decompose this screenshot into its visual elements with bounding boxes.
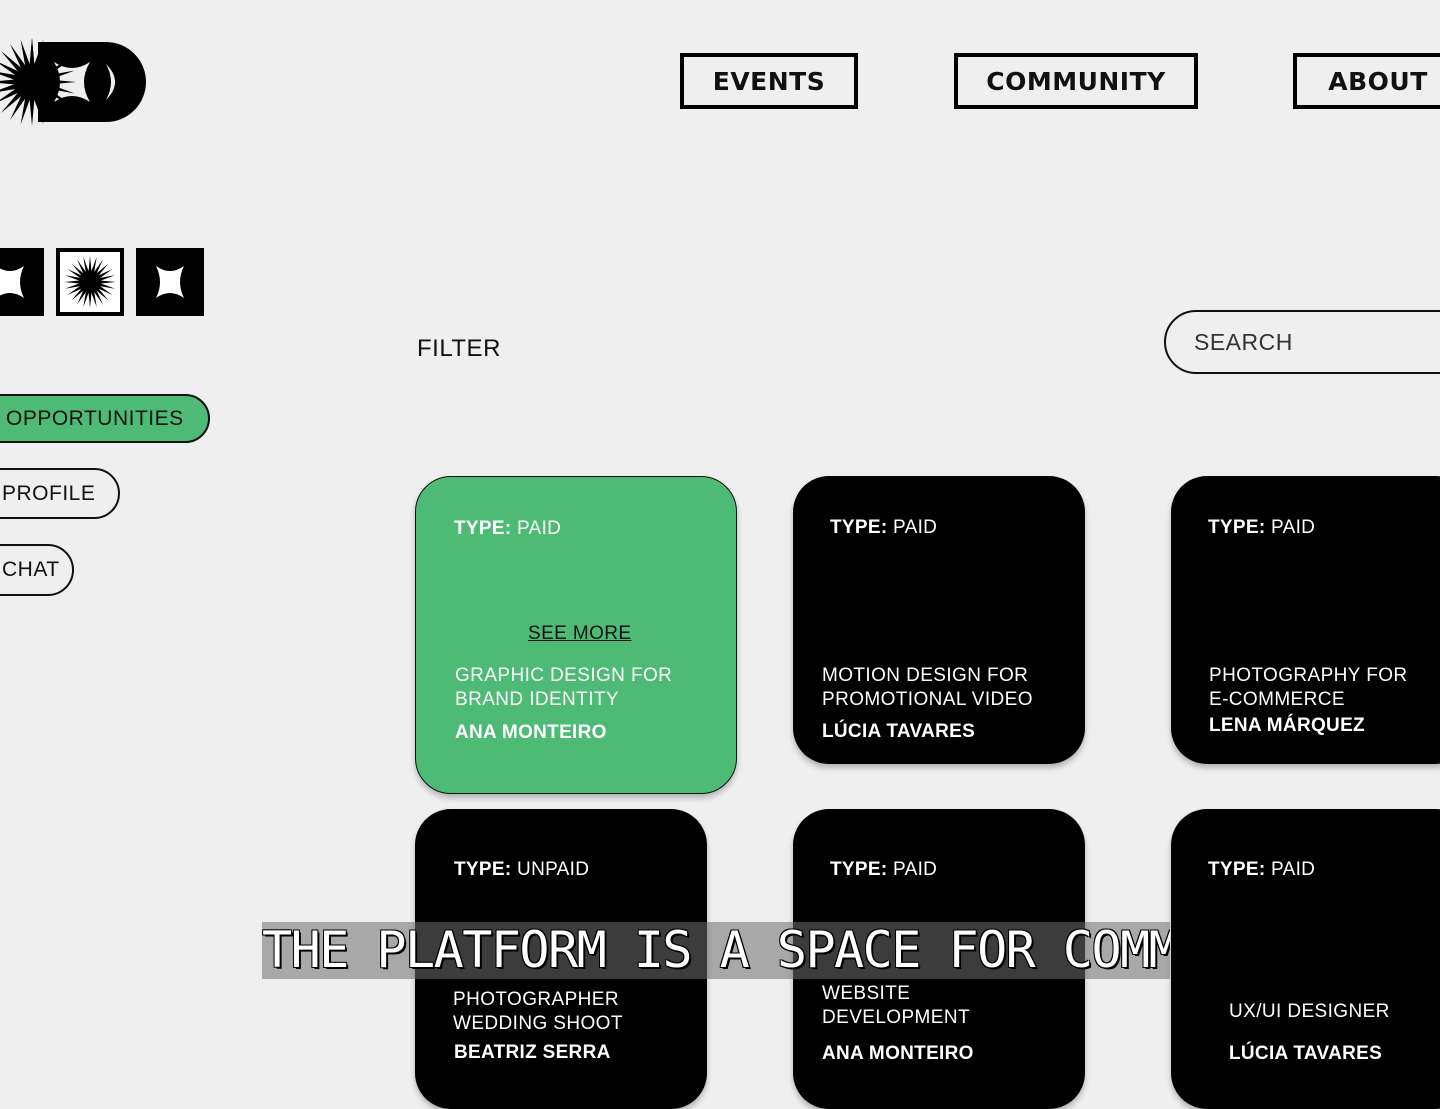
- opportunity-card[interactable]: TYPE: PAID UX/UI DESIGNER LÚCIA TAVARES: [1171, 809, 1440, 1109]
- card-title: UX/UI DESIGNER: [1229, 1001, 1390, 1022]
- card-type: TYPE: PAID: [1208, 517, 1316, 538]
- card-author: LÚCIA TAVARES: [822, 721, 976, 742]
- card-title: MOTION DESIGN FOR PROMOTIONAL VIDEO: [822, 665, 1033, 710]
- card-author: ANA MONTEIRO: [455, 722, 607, 743]
- card-type: TYPE: PAID: [830, 859, 938, 880]
- search-input[interactable]: [1192, 327, 1436, 357]
- sidebar-item-opportunities[interactable]: OPPORTUNITIES: [0, 394, 210, 443]
- subtitle-caption: THE PLATFORM IS A SPACE FOR COMMUNITY,: [262, 922, 1170, 979]
- opportunity-card[interactable]: TYPE: PAID MOTION DESIGN FOR PROMOTIONAL…: [793, 476, 1085, 764]
- card-author: ANA MONTEIRO: [822, 1043, 974, 1064]
- filter-button[interactable]: FILTER: [417, 335, 501, 363]
- card-type: TYPE: PAID: [1208, 859, 1316, 880]
- card-author: LÚCIA TAVARES: [1229, 1043, 1383, 1064]
- card-author: LENA MÁRQUEZ: [1209, 715, 1365, 736]
- card-type: TYPE: PAID: [454, 518, 562, 539]
- nav-events-button[interactable]: EVENTS: [680, 53, 858, 109]
- nav-community-button[interactable]: COMMUNITY: [954, 53, 1198, 109]
- opportunity-card[interactable]: TYPE: PAID SEE MORE GRAPHIC DESIGN FOR B…: [415, 476, 737, 794]
- see-more-link[interactable]: SEE MORE: [528, 623, 632, 645]
- star-blob-icon[interactable]: [0, 248, 44, 316]
- sidebar-item-profile[interactable]: PROFILE: [0, 468, 120, 519]
- star-blob-icon[interactable]: [136, 248, 204, 316]
- card-title: WEBSITE DEVELOPMENT: [822, 983, 970, 1028]
- burst-star-logo-icon[interactable]: [0, 32, 154, 132]
- card-title: PHOTOGRAPHER WEDDING SHOOT: [453, 989, 623, 1034]
- card-title: PHOTOGRAPHY FOR E-COMMERCE: [1209, 665, 1408, 710]
- card-type: TYPE: PAID: [830, 517, 938, 538]
- opportunity-card[interactable]: TYPE: PAID PHOTOGRAPHY FOR E-COMMERCE LE…: [1171, 476, 1440, 764]
- card-type: TYPE: UNPAID: [454, 859, 590, 880]
- burst-icon[interactable]: [56, 248, 124, 316]
- card-author: BEATRIZ SERRA: [454, 1042, 611, 1063]
- nav-about-button[interactable]: ABOUT: [1293, 53, 1440, 109]
- card-title: GRAPHIC DESIGN FOR BRAND IDENTITY: [455, 665, 673, 710]
- search-bar[interactable]: [1164, 310, 1440, 374]
- sidebar-item-chat[interactable]: CHAT: [0, 544, 74, 596]
